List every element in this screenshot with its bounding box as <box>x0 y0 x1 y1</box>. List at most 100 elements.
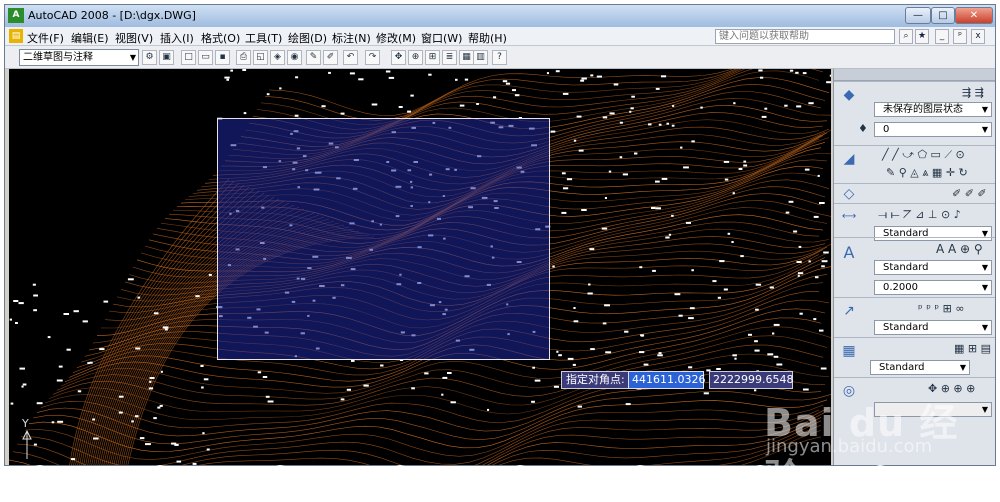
table-style-select[interactable]: Standard ▼ <box>870 360 970 375</box>
table-style-value: Standard <box>879 362 925 373</box>
help-search-input[interactable]: 键入问题以获取帮助 <box>715 29 895 44</box>
command-prompt-label: 指定对角点: <box>561 371 630 389</box>
draw-icon: ◢ <box>843 151 855 167</box>
text-tools[interactable]: A A ⊕ ⚲ <box>936 242 983 256</box>
menu-insert[interactable]: 插入(I) <box>160 30 194 46</box>
navigate-icon: ◎ <box>842 383 856 399</box>
open-file-icon[interactable]: ▭ <box>198 50 213 65</box>
text-panel: A A A ⊕ ⚲ Standard ▼ 0.2000 ▼ <box>834 237 995 303</box>
help-icon[interactable]: ? <box>492 50 507 65</box>
title-bar: A AutoCAD 2008 - [D:\dgx.DWG] — □ ✕ <box>5 5 995 27</box>
layer-value: 0 <box>883 124 890 135</box>
menu-edit[interactable]: 编辑(E) <box>71 30 109 46</box>
autocad-logo-icon: A <box>8 8 24 23</box>
navigate-tools[interactable]: ✥ ⊕ ⊕ ⊕ <box>928 382 975 396</box>
modify-icon: ◇ <box>843 186 855 202</box>
menu-tools[interactable]: 工具(T) <box>245 30 282 46</box>
new-file-icon[interactable]: □ <box>181 50 196 65</box>
save-icon[interactable]: ▪ <box>215 50 230 65</box>
modify-panel: ◇ ✐ ✐ ✐ <box>834 183 995 203</box>
cut-icon[interactable]: ✎ <box>306 50 321 65</box>
workspace-value: 二维草图与注释 <box>23 52 93 63</box>
modify-tools[interactable]: ✐ ✐ ✐ <box>952 187 987 201</box>
ucs-icon: Y <box>21 417 32 459</box>
design-center-icon[interactable]: ▦ <box>459 50 474 65</box>
torn-edge <box>0 465 1000 480</box>
chevron-down-icon: ▼ <box>981 283 988 292</box>
mleader-tools[interactable]: ᵖ ᵖ ᵖ ⊞ ∞ <box>918 302 965 316</box>
ucs-y-label: Y <box>21 417 29 430</box>
table-panel: ▦ ▦ ⊞ ▤ Standard ▼ <box>834 337 995 379</box>
layer-make-current-icon[interactable]: ♦ <box>858 122 868 136</box>
plot-preview-icon[interactable]: ◱ <box>253 50 268 65</box>
named-view-select[interactable]: ▼ <box>874 402 992 417</box>
navigate-panel: ◎ ✥ ⊕ ⊕ ⊕ ▼ <box>834 377 995 465</box>
chevron-down-icon: ▼ <box>981 405 988 414</box>
plot-icon[interactable]: ⎙ <box>236 50 251 65</box>
coord-y-input[interactable]: 2222999.6548 <box>709 371 793 389</box>
palette-titlebar <box>834 69 995 81</box>
menu-format[interactable]: 格式(O) <box>201 30 240 46</box>
copy-icon[interactable]: ✐ <box>323 50 338 65</box>
draw-tools-row1[interactable]: ╱ ╱ ⤻ ⬠ ▭ ⟋ ⊙ <box>882 148 965 162</box>
text-height-select[interactable]: 0.2000 ▼ <box>874 280 992 295</box>
draw-panel: ◢ ╱ ╱ ⤻ ⬠ ▭ ⟋ ⊙ ✎ ⚲ ◬ ⩓ ▦ ✛ ↻ <box>834 145 995 183</box>
menu-window[interactable]: 窗口(W) <box>421 30 462 46</box>
chevron-down-icon: ▼ <box>129 53 136 62</box>
chevron-down-icon: ▼ <box>981 105 988 114</box>
doc-minimize-button[interactable]: _ <box>935 29 949 44</box>
calculator-icon[interactable]: ▥ <box>473 50 488 65</box>
workspace-save-icon[interactable]: ▣ <box>159 50 174 65</box>
menu-help[interactable]: 帮助(H) <box>468 30 507 46</box>
chevron-down-icon: ▼ <box>959 363 966 372</box>
text-icon: A <box>843 243 855 262</box>
menu-dimension[interactable]: 标注(N) <box>332 30 371 46</box>
menu-bar: ▤ 文件(F) 编辑(E) 视图(V) 插入(I) 格式(O) 工具(T) 绘图… <box>5 27 995 46</box>
menu-file[interactable]: 文件(F) <box>27 30 64 46</box>
layer-state-value: 未保存的图层状态 <box>883 104 963 115</box>
menu-draw[interactable]: 绘图(D) <box>288 30 327 46</box>
close-button[interactable]: ✕ <box>955 7 993 24</box>
selection-window <box>217 118 550 360</box>
minimize-button[interactable]: — <box>905 7 931 24</box>
undo-icon[interactable]: ↶ <box>343 50 358 65</box>
draw-tools-row2[interactable]: ✎ ⚲ ◬ ⩓ ▦ ✛ ↻ <box>886 166 968 180</box>
workspace-settings-icon[interactable]: ⚙ <box>142 50 157 65</box>
dimension-icon: ⟷ <box>841 211 857 222</box>
layer-select[interactable]: 0 ▼ <box>874 122 992 137</box>
menu-view[interactable]: 视图(V) <box>115 30 153 46</box>
mleader-style-select[interactable]: Standard ▼ <box>874 320 992 335</box>
redo-icon[interactable]: ↷ <box>365 50 380 65</box>
layer-state-select[interactable]: 未保存的图层状态 ▼ <box>874 102 992 117</box>
mleader-style-value: Standard <box>883 322 929 333</box>
zoom-window-icon[interactable]: ⊞ <box>425 50 440 65</box>
table-icon: ▦ <box>842 343 856 359</box>
pan-icon[interactable]: ✥ <box>391 50 406 65</box>
favorites-icon[interactable]: ★ <box>915 29 929 44</box>
doc-close-button[interactable]: x <box>971 29 985 44</box>
doc-restore-button[interactable]: ᵖ <box>953 29 967 44</box>
text-style-value: Standard <box>883 262 929 273</box>
chevron-down-icon: ▼ <box>981 323 988 332</box>
chevron-down-icon: ▼ <box>981 125 988 134</box>
standard-toolbar: 二维草图与注释 ▼ ⚙ ▣ □ ▭ ▪ ⎙ ◱ ◈ ◉ ✎ ✐ ↶ ↷ ✥ ⊕ … <box>5 46 995 69</box>
table-tools[interactable]: ▦ ⊞ ▤ <box>954 342 991 356</box>
screenshot-frame: A AutoCAD 2008 - [D:\dgx.DWG] — □ ✕ ▤ 文件… <box>0 0 1000 500</box>
workspace-select[interactable]: 二维草图与注释 ▼ <box>19 49 139 66</box>
drawing-area[interactable]: 指定对角点: 441611.0326 2222999.6548 Y <box>9 69 831 465</box>
maximize-button[interactable]: □ <box>931 7 955 24</box>
layers-icon: ◆ <box>843 87 855 103</box>
3d-dwf-icon[interactable]: ◉ <box>287 50 302 65</box>
dimension-tools[interactable]: ⟞ ⟝ ⦢ ⊿ ⊥ ⊙ ♪ <box>878 208 961 222</box>
dashboard-palette: ◆ ⇶ ⇶ 未保存的图层状态 ▼ ♦ 0 ▼ ◢ ╱ ╱ ⤻ ⬠ ▭ ⟋ ⊙ ✎… <box>833 69 995 465</box>
properties-icon[interactable]: ≣ <box>442 50 457 65</box>
layers-panel: ◆ ⇶ ⇶ 未保存的图层状态 ▼ ♦ 0 ▼ <box>834 81 995 145</box>
menu-modify[interactable]: 修改(M) <box>376 30 416 46</box>
search-icon[interactable]: ⌕ <box>899 29 913 44</box>
coord-x-input[interactable]: 441611.0326 <box>628 371 705 389</box>
zoom-icon[interactable]: ⊕ <box>408 50 423 65</box>
text-style-select[interactable]: Standard ▼ <box>874 260 992 275</box>
layer-tools-icon[interactable]: ⇶ ⇶ <box>962 86 984 100</box>
autocad-window: A AutoCAD 2008 - [D:\dgx.DWG] — □ ✕ ▤ 文件… <box>4 4 996 466</box>
publish-icon[interactable]: ◈ <box>270 50 285 65</box>
